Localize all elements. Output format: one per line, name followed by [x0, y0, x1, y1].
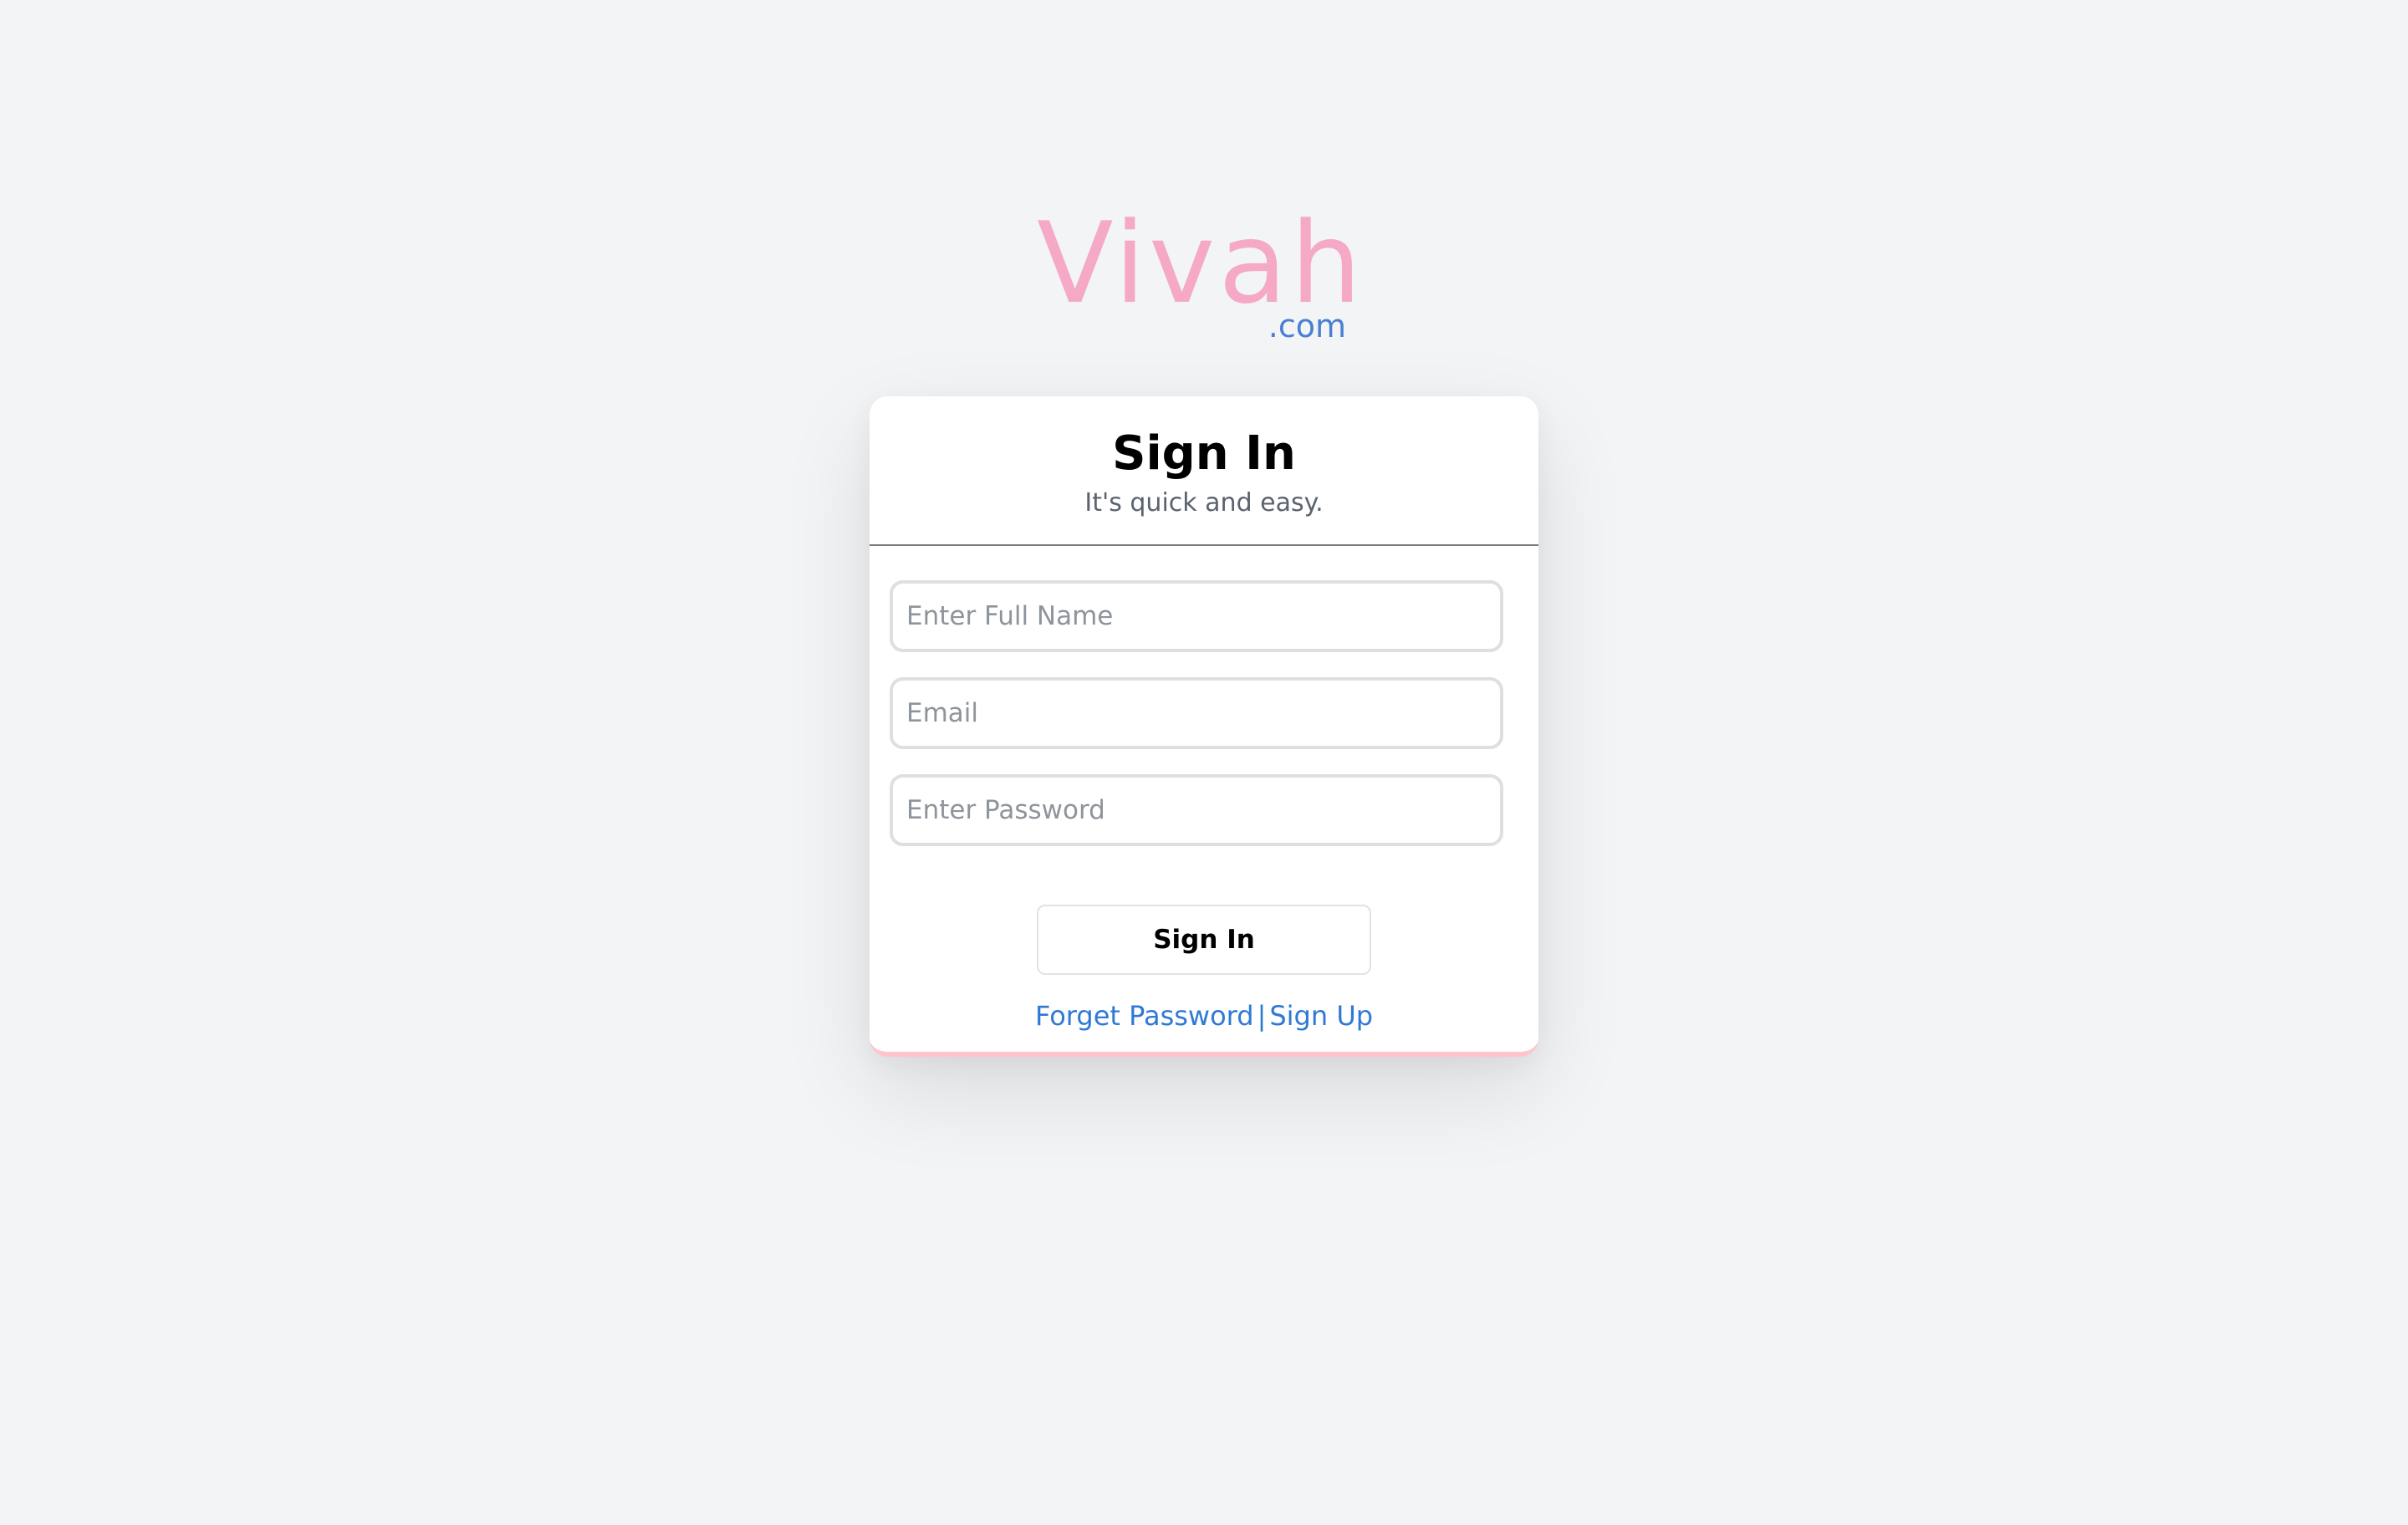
- signup-link[interactable]: Sign Up: [1269, 1000, 1373, 1032]
- link-separator: |: [1257, 1000, 1267, 1032]
- brand-suffix: .com: [1268, 308, 1346, 344]
- brand-logo: Vivah .com: [1037, 192, 1371, 351]
- forgot-password-link[interactable]: Forget Password: [1035, 1000, 1254, 1032]
- header-divider: [870, 544, 1538, 546]
- email-input[interactable]: [890, 677, 1503, 749]
- signin-title: Sign In: [1112, 426, 1296, 481]
- full-name-input[interactable]: [890, 580, 1503, 652]
- password-input[interactable]: [890, 774, 1503, 846]
- signin-button[interactable]: Sign In: [1037, 905, 1371, 975]
- auth-links: Forget Password | Sign Up: [870, 997, 1538, 1035]
- signin-subtitle: It's quick and easy.: [1084, 488, 1324, 518]
- signin-card: Sign In It's quick and easy. Sign In For…: [870, 396, 1538, 1057]
